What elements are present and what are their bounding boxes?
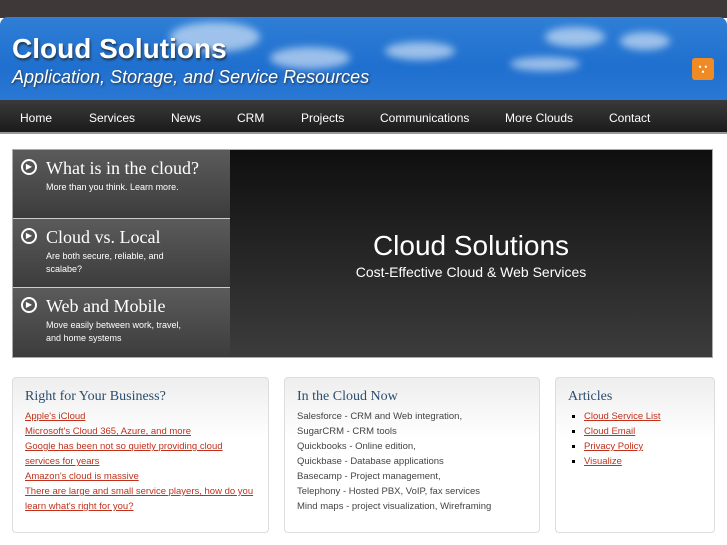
business-link[interactable]: Google has been not so quietly providing… <box>25 439 256 469</box>
hero-tab-desc: Move easily between work, travel, and ho… <box>46 320 182 343</box>
list-item: Quickbase - Database applications <box>297 456 444 467</box>
nav-contact[interactable]: Contact <box>609 111 650 125</box>
article-link[interactable]: Visualize <box>584 454 702 469</box>
business-panel: Right for Your Business? Apple's iCloud … <box>12 377 269 533</box>
rss-icon[interactable]: ∵ <box>692 58 714 80</box>
cloud-now-panel: In the Cloud Now Salesforce - CRM and We… <box>284 377 540 533</box>
nav-home[interactable]: Home <box>20 111 52 125</box>
list-item: Telephony - Hosted PBX, VoIP, fax servic… <box>297 486 481 497</box>
nav-more-clouds[interactable]: More Clouds <box>505 111 573 125</box>
play-circle-icon: ▶ <box>21 297 37 313</box>
hero-tab-desc: Are both secure, reliable, and scalabe? <box>46 251 164 274</box>
play-circle-icon: ▶ <box>21 159 37 175</box>
article-link[interactable]: Cloud Email <box>584 424 702 439</box>
hero-stage: Cloud Solutions Cost-Effective Cloud & W… <box>230 150 712 357</box>
site-subtitle: Application, Storage, and Service Resour… <box>12 67 370 87</box>
nav-projects[interactable]: Projects <box>301 111 344 125</box>
hero-tab[interactable]: ▶ What is in the cloud? More than you thin… <box>13 150 230 219</box>
list-item: Quickbooks - Online edition, <box>297 441 416 452</box>
hero-tab[interactable]: ▶ Cloud vs. Local Are both secure, reliabl… <box>13 219 230 288</box>
site-title[interactable]: Cloud Solutions <box>12 33 227 65</box>
nav-news[interactable]: News <box>171 111 201 125</box>
nav-communications[interactable]: Communications <box>380 111 469 125</box>
panel-heading: Articles <box>568 389 613 404</box>
play-circle-icon: ▶ <box>21 228 37 244</box>
hero-tab-desc: More than you think. Learn more. <box>46 182 179 192</box>
hero-tab-title: Cloud vs. Local <box>46 227 161 247</box>
article-link[interactable]: Privacy Policy <box>584 439 702 454</box>
business-link[interactable]: There are large and small service player… <box>25 484 256 514</box>
list-item: SugarCRM - CRM tools <box>297 426 397 437</box>
articles-panel: Articles Cloud Service List Cloud Email … <box>555 377 715 533</box>
hero-title: Cloud Solutions <box>372 230 570 261</box>
hero-tab[interactable]: ▶ Web and Mobile Move easily between work,… <box>13 288 230 357</box>
top-bar <box>0 0 727 18</box>
hero-slider: ▶ What is in the cloud? More than you thin… <box>12 149 713 358</box>
nav-crm[interactable]: CRM <box>237 111 264 125</box>
list-item: Salesforce - CRM and Web integration, <box>297 411 463 422</box>
panel-heading: Right for Your Business? <box>25 389 166 404</box>
header-banner: Cloud Solutions Application, Storage, an… <box>0 17 727 100</box>
hero-tab-title: What is in the cloud? <box>46 158 199 178</box>
hero-subtitle: Cost-Effective Cloud & Web Services <box>355 264 587 280</box>
list-item: Basecamp - Project management, <box>297 471 441 482</box>
panel-heading: In the Cloud Now <box>297 389 398 404</box>
business-link[interactable]: Microsoft's Cloud 365, Azure, and more <box>25 424 256 439</box>
list-item: Mind maps - project visualization, Wiref… <box>297 501 492 512</box>
nav-services[interactable]: Services <box>89 111 135 125</box>
business-link[interactable]: Amazon's cloud is massive <box>25 469 256 484</box>
hero-tab-title: Web and Mobile <box>46 296 166 316</box>
main-nav: Home Services News CRM Projects Communic… <box>0 100 727 134</box>
business-link[interactable]: Apple's iCloud <box>25 409 256 424</box>
article-link[interactable]: Cloud Service List <box>584 409 702 424</box>
